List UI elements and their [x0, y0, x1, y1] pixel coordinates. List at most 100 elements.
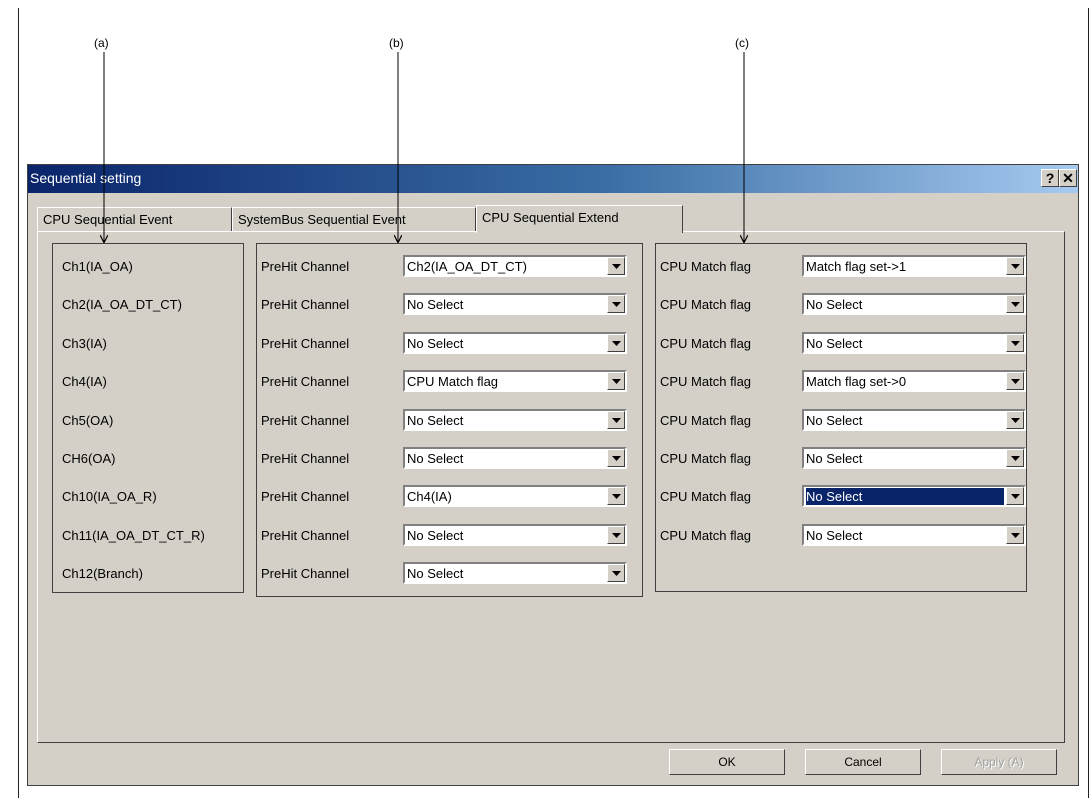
channel-label: Ch2(IA_OA_DT_CT)	[62, 297, 182, 312]
prehit-group: PreHit Channel Ch2(IA_OA_DT_CT) PreHit Cha…	[256, 243, 643, 597]
callout-b: (b)	[389, 36, 404, 50]
chevron-down-icon	[612, 341, 621, 346]
prehit-channel-label: PreHit Channel	[261, 259, 350, 274]
callout-c: (c)	[735, 36, 749, 50]
dropdown-arrow-button[interactable]	[607, 564, 625, 582]
cpu-match-flag-select-value: No Select	[806, 336, 863, 351]
cpu-match-flag-label: CPU Match flag	[660, 489, 752, 504]
channel-label: Ch4(IA)	[62, 374, 107, 389]
dialog-titlebar[interactable]: Sequential setting ? ✕	[28, 165, 1078, 193]
prehit-channel-select[interactable]: Ch4(IA)	[403, 485, 627, 507]
chevron-down-icon	[1011, 302, 1020, 307]
cpu-match-flag-select[interactable]: No Select	[802, 447, 1026, 469]
channel-label: CH6(OA)	[62, 451, 116, 466]
chevron-down-icon	[1011, 533, 1020, 538]
dropdown-arrow-button[interactable]	[607, 257, 625, 275]
tab-cpu-sequential-event[interactable]: CPU Sequential Event	[37, 207, 232, 231]
channel-label: Ch5(OA)	[62, 413, 114, 428]
chevron-down-icon	[612, 418, 621, 423]
prehit-channel-select[interactable]: No Select	[403, 293, 627, 315]
prehit-channel-label: PreHit Channel	[261, 297, 350, 312]
cpu-match-flag-select-value: No Select	[806, 413, 863, 428]
help-button[interactable]: ?	[1041, 169, 1059, 187]
cpu-match-flag-select-value: Match flag set->0	[806, 374, 907, 389]
dropdown-arrow-button[interactable]	[1006, 372, 1024, 390]
channel-label: Ch3(IA)	[62, 336, 107, 351]
cpu-match-flag-select[interactable]: Match flag set->0	[802, 370, 1026, 392]
prehit-channel-label: PreHit Channel	[261, 528, 350, 543]
cpu-match-flag-select-value: No Select	[806, 451, 863, 466]
dropdown-arrow-button[interactable]	[607, 487, 625, 505]
prehit-channel-label: PreHit Channel	[261, 566, 350, 581]
callout-a: (a)	[94, 36, 109, 50]
cpu-match-flag-label: CPU Match flag	[660, 451, 752, 466]
chevron-down-icon	[1011, 418, 1020, 423]
dialog-title: Sequential setting	[30, 170, 142, 186]
prehit-channel-select-value: No Select	[407, 451, 464, 466]
tab-cpu-sequential-extend[interactable]: CPU Sequential Extend	[476, 205, 683, 233]
chevron-down-icon	[612, 494, 621, 499]
dropdown-arrow-button[interactable]	[1006, 487, 1024, 505]
channel-label: Ch1(IA_OA)	[62, 259, 133, 274]
prehit-channel-select-value: CPU Match flag	[407, 374, 499, 389]
chevron-down-icon	[612, 533, 621, 538]
dropdown-arrow-button[interactable]	[607, 334, 625, 352]
cpu-match-flag-label: CPU Match flag	[660, 297, 752, 312]
chevron-down-icon	[1011, 379, 1020, 384]
prehit-channel-select[interactable]: No Select	[403, 409, 627, 431]
prehit-channel-select-value: Ch2(IA_OA_DT_CT)	[407, 259, 527, 274]
cpu-match-flag-select[interactable]: Match flag set->1	[802, 255, 1026, 277]
dropdown-arrow-button[interactable]	[607, 295, 625, 313]
prehit-channel-select-value: Ch4(IA)	[407, 489, 452, 504]
dropdown-arrow-button[interactable]	[1006, 526, 1024, 544]
chevron-down-icon	[612, 571, 621, 576]
cpu-match-flag-select[interactable]: No Select	[802, 485, 1026, 507]
cpu-match-flag-select[interactable]: No Select	[802, 293, 1026, 315]
prehit-channel-select[interactable]: No Select	[403, 447, 627, 469]
tab-systembus-sequential-event[interactable]: SystemBus Sequential Event	[232, 207, 476, 231]
cpu-match-flag-select-value: Match flag set->1	[806, 259, 907, 274]
dropdown-arrow-button[interactable]	[1006, 295, 1024, 313]
ok-button[interactable]: OK	[669, 749, 785, 775]
prehit-channel-label: PreHit Channel	[261, 336, 350, 351]
dropdown-arrow-button[interactable]	[607, 411, 625, 429]
cpu-match-flag-select[interactable]: No Select	[802, 409, 1026, 431]
dropdown-arrow-button[interactable]	[607, 526, 625, 544]
chevron-down-icon	[1011, 456, 1020, 461]
cpu-match-flag-select[interactable]: No Select	[802, 332, 1026, 354]
match-flag-group: CPU Match flag Match flag set->1 CPU Match…	[655, 243, 1027, 592]
prehit-channel-select[interactable]: No Select	[403, 562, 627, 584]
dropdown-arrow-button[interactable]	[607, 449, 625, 467]
dropdown-arrow-button[interactable]	[1006, 411, 1024, 429]
dropdown-arrow-button[interactable]	[1006, 334, 1024, 352]
prehit-channel-select-value: No Select	[407, 528, 464, 543]
prehit-channel-label: PreHit Channel	[261, 489, 350, 504]
prehit-channel-label: PreHit Channel	[261, 413, 350, 428]
chevron-down-icon	[612, 264, 621, 269]
prehit-channel-select[interactable]: No Select	[403, 524, 627, 546]
prehit-channel-label: PreHit Channel	[261, 451, 350, 466]
cpu-match-flag-select[interactable]: No Select	[802, 524, 1026, 546]
chevron-down-icon	[1011, 264, 1020, 269]
cpu-match-flag-label: CPU Match flag	[660, 413, 752, 428]
cpu-match-flag-select-value: No Select	[806, 528, 863, 543]
prehit-channel-select[interactable]: CPU Match flag	[403, 370, 627, 392]
chevron-down-icon	[612, 456, 621, 461]
dropdown-arrow-button[interactable]	[1006, 449, 1024, 467]
sequential-setting-dialog: Sequential setting ? ✕ CPU Sequential Ev…	[27, 164, 1079, 786]
prehit-channel-select[interactable]: No Select	[403, 332, 627, 354]
chevron-down-icon	[1011, 494, 1020, 499]
chevron-down-icon	[1011, 341, 1020, 346]
cpu-match-flag-label: CPU Match flag	[660, 374, 752, 389]
prehit-channel-select[interactable]: Ch2(IA_OA_DT_CT)	[403, 255, 627, 277]
prehit-channel-select-value: No Select	[407, 336, 464, 351]
close-button[interactable]: ✕	[1059, 169, 1077, 187]
dropdown-arrow-button[interactable]	[1006, 257, 1024, 275]
apply-button[interactable]: Apply (A)	[941, 749, 1057, 775]
dropdown-arrow-button[interactable]	[607, 372, 625, 390]
prehit-channel-label: PreHit Channel	[261, 374, 350, 389]
cancel-button[interactable]: Cancel	[805, 749, 921, 775]
prehit-channel-select-value: No Select	[407, 566, 464, 581]
cpu-match-flag-select-value: No Select	[806, 297, 863, 312]
channel-group: Ch1(IA_OA) Ch2(IA_OA_DT_CT) Ch3(IA) Ch4(IA)…	[52, 243, 244, 593]
